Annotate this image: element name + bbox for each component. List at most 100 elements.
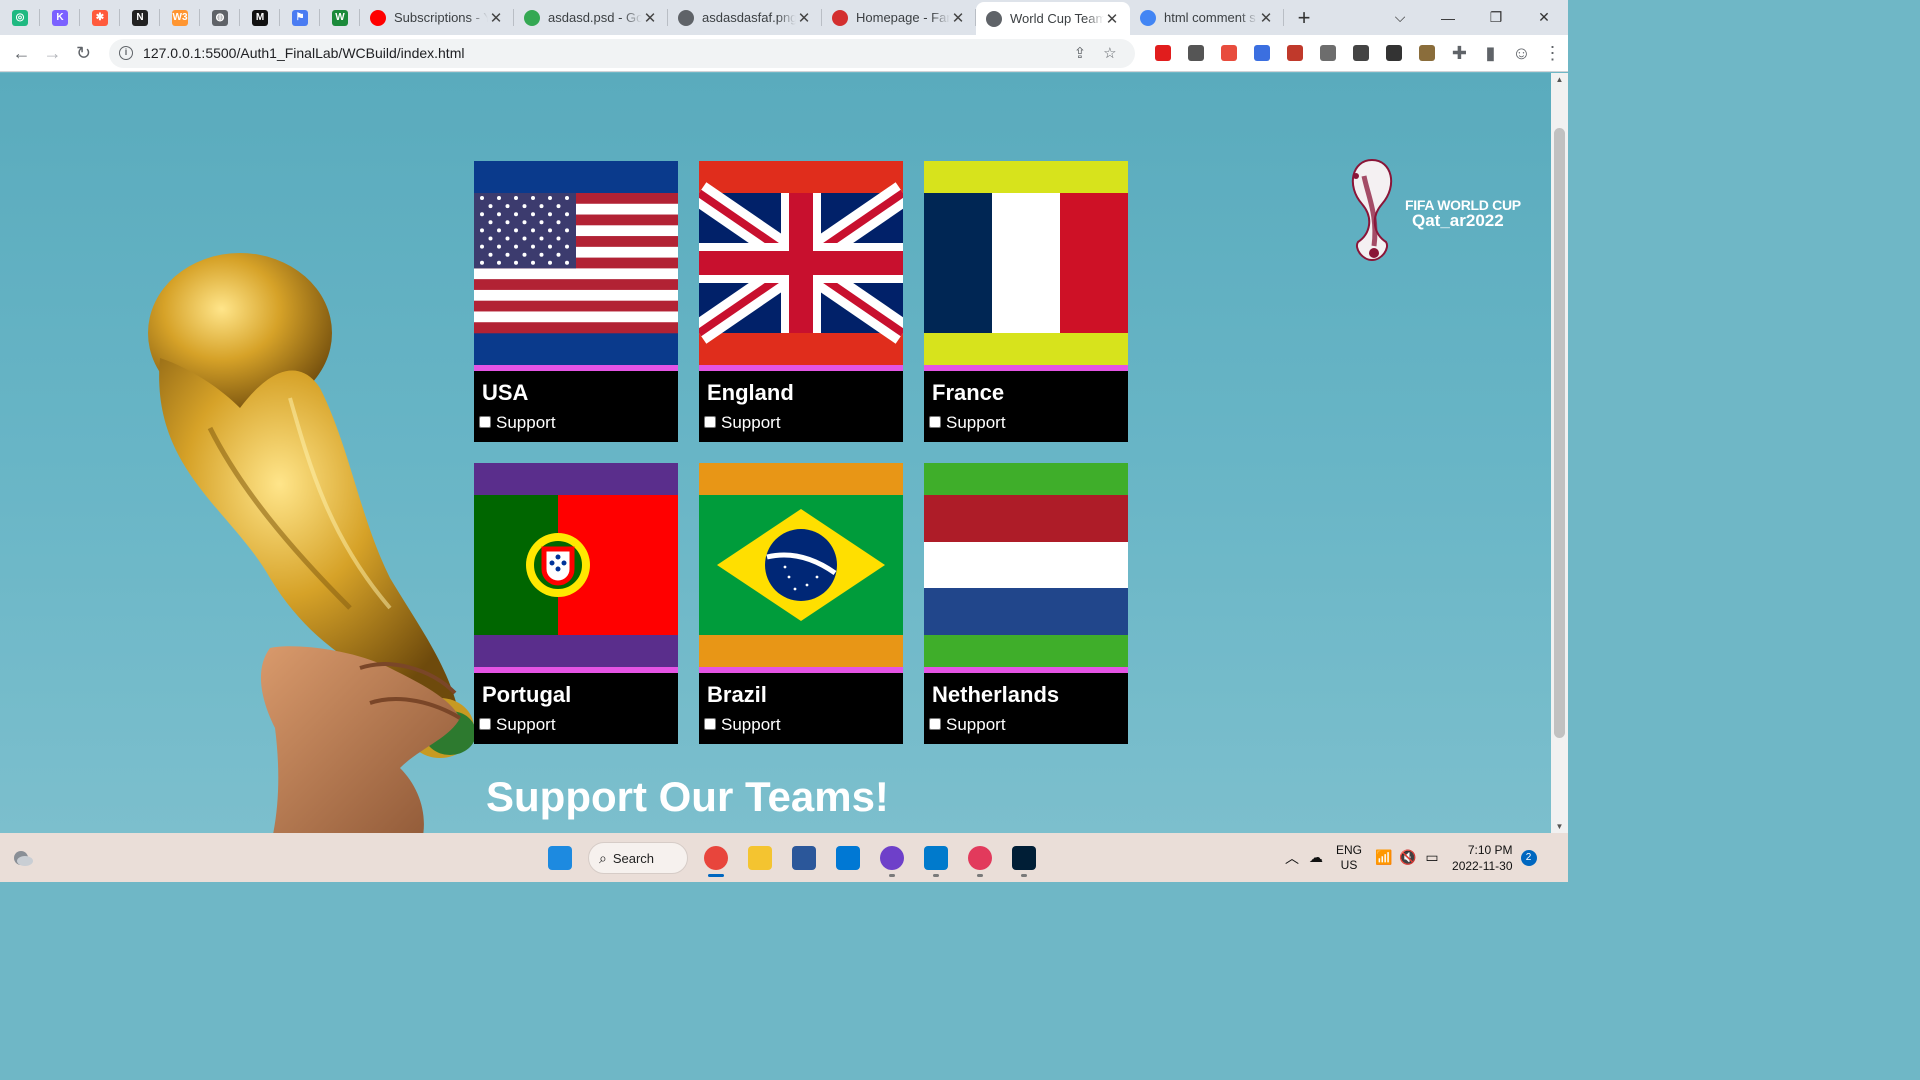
pinned-tab[interactable]: K — [40, 0, 80, 35]
support-checkbox-row[interactable]: Support — [929, 715, 1006, 735]
profile-avatar-icon[interactable]: ☺ — [1506, 43, 1537, 64]
vscode-taskbar-button[interactable] — [914, 838, 958, 878]
side-panel-icon[interactable]: ▮ — [1475, 43, 1506, 64]
photoshop-taskbar-button[interactable] — [1002, 838, 1046, 878]
support-checkbox[interactable] — [929, 415, 941, 428]
webflow-w-icon: W — [332, 9, 348, 26]
scroll-up-arrow-icon[interactable]: ▲ — [1551, 75, 1568, 84]
file-explorer-taskbar-button[interactable] — [738, 838, 782, 878]
web-page: FIFA WORLD CUP Qat_ar2022 USA Support Engl… — [0, 73, 1551, 833]
tab[interactable]: Subscriptions - Y ✕ — [360, 0, 514, 35]
support-checkbox[interactable] — [704, 415, 716, 428]
menu-kebab-icon[interactable]: ⋮ — [1537, 43, 1568, 64]
pinned-tab[interactable]: W — [320, 0, 360, 35]
extension-icon[interactable] — [1312, 45, 1345, 61]
extension-icon[interactable] — [1246, 45, 1279, 61]
support-checkbox[interactable] — [479, 717, 491, 730]
close-window-icon[interactable]: ✕ — [1520, 9, 1568, 26]
reload-icon[interactable]: ↻ — [68, 43, 99, 64]
tab[interactable]: html comment s ✕ — [1130, 0, 1284, 35]
photoshop-icon — [1012, 846, 1036, 870]
pinned-tab[interactable]: N — [120, 0, 160, 35]
support-checkbox[interactable] — [929, 717, 941, 730]
close-tab-icon[interactable]: ✕ — [488, 9, 504, 27]
clock[interactable]: 7:10 PM 2022-11-30 — [1452, 842, 1513, 874]
word-icon — [792, 846, 816, 870]
google-drive-icon — [524, 9, 540, 26]
extension-icon[interactable] — [1279, 45, 1312, 61]
site-info-icon[interactable]: i — [119, 46, 134, 60]
support-checkbox-row[interactable]: Support — [704, 715, 781, 735]
tab-title: World Cup Team — [1010, 11, 1104, 26]
github-desktop-taskbar-button[interactable] — [870, 838, 914, 878]
support-checkbox[interactable] — [704, 717, 716, 730]
tray-overflow-chevron-icon[interactable]: ︿ — [1280, 848, 1304, 868]
close-tab-icon[interactable]: ✕ — [1258, 9, 1274, 27]
creative-cloud-taskbar-button[interactable] — [958, 838, 1002, 878]
system-tray: ︿ ☁ ENG US 📶 🔇 ▭ 7:10 PM 2022-11-30 2 — [1280, 833, 1537, 882]
clock-date: 2022-11-30 — [1452, 858, 1513, 873]
restore-icon[interactable]: ❐ — [1472, 9, 1520, 26]
wifi-icon[interactable]: 📶 — [1372, 849, 1396, 866]
taskbar-search-box[interactable]: ⌕ Search — [588, 842, 688, 874]
back-arrow-icon[interactable]: ← — [6, 43, 37, 64]
close-tab-icon[interactable]: ✕ — [950, 9, 966, 27]
region-code: US — [1340, 857, 1358, 872]
page-scrollbar[interactable]: ▲ ▼ — [1551, 73, 1568, 833]
support-checkbox-row[interactable]: Support — [704, 413, 781, 433]
tab[interactable]: asdasd.psd - Go ✕ — [514, 0, 668, 35]
close-tab-icon[interactable]: ✕ — [796, 9, 812, 27]
address-bar[interactable]: i 127.0.0.1:5500/Auth1_FinalLab/WCBuild/… — [109, 38, 1135, 68]
pinned-tab[interactable]: W3 — [160, 0, 200, 35]
share-icon[interactable]: ⇪ — [1065, 44, 1095, 62]
support-checkbox-row[interactable]: Support — [479, 715, 556, 735]
extension-icon[interactable] — [1147, 45, 1180, 61]
support-checkbox-row[interactable]: Support — [479, 413, 556, 433]
pinned-tab[interactable]: ✱ — [80, 0, 120, 35]
team-name: England — [707, 380, 794, 405]
pinned-tab[interactable]: ◎ — [0, 0, 40, 35]
card-accent-bar — [474, 365, 678, 371]
tab[interactable]: Homepage - Far ✕ — [822, 0, 976, 35]
extension-icon[interactable] — [1411, 45, 1444, 61]
store-taskbar-button[interactable] — [826, 838, 870, 878]
weather-widget-icon[interactable] — [12, 848, 34, 868]
url-text[interactable]: 127.0.0.1:5500/Auth1_FinalLab/WCBuild/in… — [143, 45, 1065, 61]
language-indicator[interactable]: ENG US — [1336, 843, 1362, 873]
card-accent-bar — [699, 365, 903, 371]
tab-title: asdasdasfaf.png — [702, 10, 796, 25]
battery-icon[interactable]: ▭ — [1420, 849, 1444, 866]
chrome-taskbar-button[interactable] — [694, 838, 738, 878]
tab[interactable]: asdasdasfaf.png ✕ — [668, 0, 822, 35]
close-tab-icon[interactable]: ✕ — [1104, 10, 1120, 28]
google-icon — [1140, 9, 1156, 26]
notification-badge[interactable]: 2 — [1520, 849, 1537, 866]
scrollbar-thumb[interactable] — [1554, 128, 1565, 738]
extension-icon[interactable] — [1213, 45, 1246, 61]
extension-icon[interactable] — [1180, 45, 1213, 61]
card-accent-bar — [924, 365, 1128, 371]
team-name: Portugal — [482, 682, 572, 707]
volume-muted-icon[interactable]: 🔇 — [1396, 849, 1420, 866]
pinned-tab[interactable]: M — [240, 0, 280, 35]
new-tab-button[interactable]: + — [1284, 5, 1324, 31]
tab-active[interactable]: World Cup Team ✕ — [976, 2, 1130, 35]
onedrive-cloud-icon[interactable]: ☁ — [1304, 849, 1328, 866]
close-tab-icon[interactable]: ✕ — [642, 9, 658, 27]
scroll-down-arrow-icon[interactable]: ▼ — [1551, 822, 1568, 831]
minimize-icon[interactable]: — — [1424, 10, 1472, 26]
forward-arrow-icon[interactable]: → — [37, 43, 68, 64]
bookmark-star-icon[interactable]: ☆ — [1095, 44, 1125, 62]
extensions-puzzle-icon[interactable]: ✚ — [1444, 43, 1475, 64]
pinned-tab[interactable]: ◍ — [200, 0, 240, 35]
tab-search-chevron-icon[interactable]: ⌵ — [1376, 9, 1424, 26]
support-checkbox[interactable] — [479, 415, 491, 428]
asterisk-icon: ✱ — [92, 9, 108, 26]
team-card-portugal: Portugal Support — [474, 463, 678, 744]
extension-icon[interactable] — [1378, 45, 1411, 61]
extension-icon[interactable] — [1345, 45, 1378, 61]
windows-start-taskbar-button[interactable] — [538, 838, 582, 878]
word-taskbar-button[interactable] — [782, 838, 826, 878]
pinned-tab[interactable]: ⚑ — [280, 0, 320, 35]
support-checkbox-row[interactable]: Support — [929, 413, 1006, 433]
